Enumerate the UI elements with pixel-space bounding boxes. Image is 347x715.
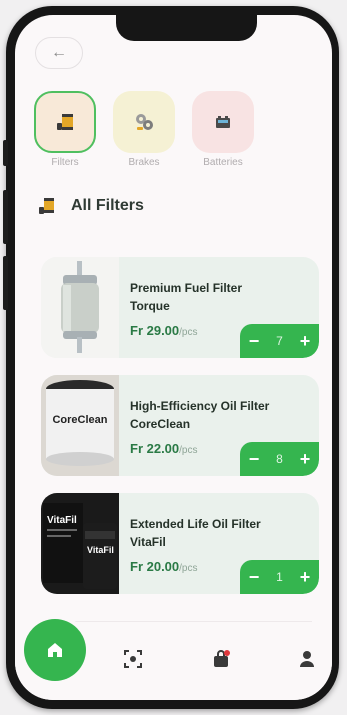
fuel-filter-image (41, 257, 119, 358)
category-label-brakes: Brakes (128, 157, 160, 168)
decrement-button[interactable]: − (246, 449, 262, 470)
brand-text: VitaFil (47, 515, 77, 526)
product-title: Extended Life Oil Filter VitaFil (130, 517, 261, 549)
decrement-button[interactable]: − (246, 567, 262, 588)
category-batteries[interactable] (192, 91, 254, 153)
category-label-batteries: Batteries (203, 157, 243, 168)
oil-filter-coreclean-image: CoreClean (41, 375, 119, 476)
product-card[interactable]: CoreClean High-Efficiency Oil Filter Cor… (41, 375, 319, 476)
quantity-stepper: − 1 + (240, 560, 319, 594)
nav-divider (35, 621, 312, 622)
shopping-bag-icon (214, 650, 230, 667)
product-price: Fr 29.00/pcs (130, 323, 198, 338)
product-title: Premium Fuel Filter Torque (130, 281, 243, 313)
app-screen: ← Filters Brakes Batteries All Filters P… (15, 15, 332, 700)
product-price: Fr 20.00/pcs (130, 559, 198, 574)
quantity-value: 8 (276, 452, 283, 466)
arrow-left-icon: ← (51, 44, 67, 61)
section-title: All Filters (71, 197, 144, 214)
oil-filter-icon (39, 198, 54, 214)
category-filters[interactable] (34, 91, 96, 153)
side-button (3, 256, 8, 310)
category-brakes[interactable] (113, 91, 175, 153)
product-title: High-Efficiency Oil Filter CoreClean (130, 399, 270, 431)
product-card[interactable]: VitaFil VitaFil Extended Life Oil Filter… (41, 493, 319, 594)
quantity-value: 7 (276, 334, 283, 348)
oil-filter-vitafil-image: VitaFil VitaFil (41, 493, 119, 594)
product-card[interactable]: Premium Fuel Filter Torque Fr 29.00/pcs … (41, 257, 319, 358)
oil-filter-icon (57, 114, 73, 130)
brand-text: VitaFil (87, 545, 114, 555)
increment-button[interactable]: + (297, 567, 313, 588)
decrement-button[interactable]: − (246, 331, 262, 352)
user-icon (300, 651, 314, 667)
back-button[interactable]: ← (35, 37, 83, 69)
product-price: Fr 22.00/pcs (130, 441, 198, 456)
nav-scan-button[interactable] (123, 649, 143, 669)
increment-button[interactable]: + (297, 331, 313, 352)
nav-profile-button[interactable] (297, 649, 317, 669)
scan-icon (124, 650, 142, 668)
brand-text: CoreClean (52, 414, 107, 426)
home-icon (48, 643, 62, 657)
side-button (3, 140, 8, 166)
battery-icon (216, 116, 230, 128)
notch (116, 15, 257, 41)
category-label-filters: Filters (51, 157, 79, 168)
quantity-stepper: − 8 + (240, 442, 319, 476)
nav-cart-button[interactable] (211, 649, 231, 669)
quantity-stepper: − 7 + (240, 324, 319, 358)
quantity-value: 1 (276, 570, 283, 584)
nav-home-button[interactable] (24, 619, 86, 681)
brake-parts-icon (136, 114, 153, 130)
increment-button[interactable]: + (297, 449, 313, 470)
side-button (3, 190, 8, 244)
